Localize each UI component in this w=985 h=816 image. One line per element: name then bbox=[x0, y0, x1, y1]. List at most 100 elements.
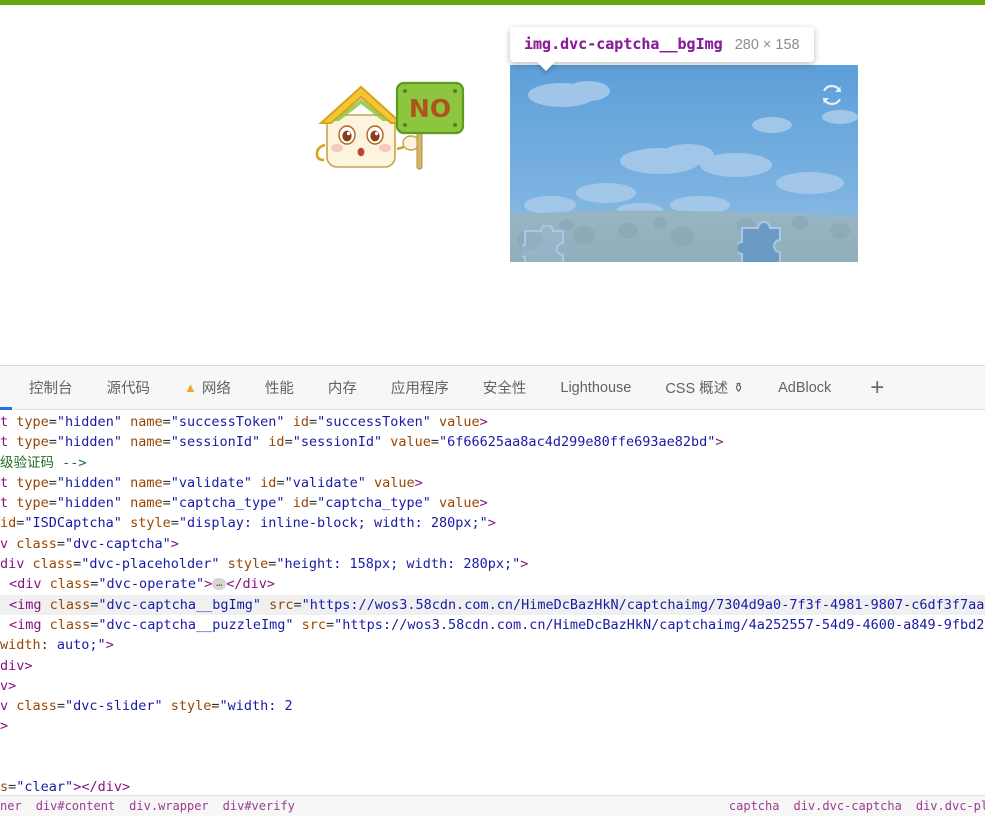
captcha-widget[interactable]: → 向右滑动滑块填充拼图 bbox=[510, 65, 858, 262]
code-line[interactable] bbox=[0, 757, 985, 777]
code-token: > bbox=[105, 637, 114, 654]
breadcrumb-item[interactable]: div.dvc-pla bbox=[916, 799, 985, 813]
add-tab-button[interactable]: + bbox=[858, 375, 896, 400]
code-token: div bbox=[0, 556, 33, 573]
element-inspector-tooltip: img.dvc-captcha__bgImg 280 × 158 bbox=[510, 27, 814, 71]
code-token: = bbox=[48, 495, 57, 512]
webpage-area: NO img.dvc-captcha__bgImg 280 × 158 bbox=[0, 5, 985, 365]
captcha-background-image[interactable] bbox=[510, 65, 858, 262]
code-token: name bbox=[130, 414, 163, 430]
code-line[interactable]: <img class="dvc-captcha__bgImg" src="htt… bbox=[0, 594, 985, 615]
code-token: > bbox=[204, 576, 213, 593]
code-line[interactable]: width: auto;"> bbox=[0, 635, 985, 655]
code-line[interactable]: div> bbox=[0, 656, 985, 676]
expand-ellipsis-button[interactable]: … bbox=[212, 578, 227, 591]
code-line[interactable]: v> bbox=[0, 676, 985, 696]
devtools-tab-elements[interactable] bbox=[0, 366, 12, 410]
code-line[interactable]: <img class="dvc-captcha__puzzleImg" src=… bbox=[0, 615, 985, 635]
devtools-tab-Lighthouse[interactable]: Lighthouse bbox=[543, 366, 648, 410]
breadcrumb-item[interactable]: div#verify bbox=[223, 799, 295, 813]
code-line[interactable]: <div class="dvc-operate">… </div> bbox=[0, 574, 985, 594]
devtools-tab-安全性[interactable]: 安全性 bbox=[466, 366, 544, 410]
code-token: > bbox=[520, 556, 529, 573]
code-token: class bbox=[49, 576, 91, 593]
breadcrumb-item[interactable]: div.wrapper bbox=[129, 799, 208, 813]
code-line[interactable]: div class="dvc-placeholder" style="heigh… bbox=[0, 554, 985, 574]
code-token: = bbox=[293, 596, 302, 613]
devtools-tab-控制台[interactable]: 控制台 bbox=[12, 366, 90, 410]
refresh-icon[interactable] bbox=[820, 83, 844, 107]
code-token: = bbox=[170, 515, 179, 532]
tab-label: 应用程序 bbox=[390, 381, 449, 397]
code-token: type bbox=[16, 495, 49, 512]
code-line[interactable]: v class="dvc-captcha"> bbox=[0, 534, 985, 554]
devtools-tab-网络[interactable]: ▲ 网络 bbox=[167, 366, 248, 410]
code-token: id bbox=[268, 434, 285, 451]
code-line[interactable]: t type="hidden" name="sessionId" id="ses… bbox=[0, 432, 985, 452]
code-token: "dvc-slider" bbox=[65, 698, 163, 715]
code-line[interactable] bbox=[0, 737, 985, 757]
code-token: = bbox=[211, 698, 220, 715]
devtools-tab-AdBlock[interactable]: AdBlock bbox=[761, 366, 848, 410]
code-token: </div> bbox=[226, 576, 276, 593]
code-token: "hidden" bbox=[56, 495, 122, 512]
code-token: > bbox=[479, 414, 488, 430]
code-token: class bbox=[49, 596, 91, 613]
code-token: value bbox=[439, 414, 480, 430]
code-token: "captcha_type" bbox=[317, 495, 431, 512]
code-line[interactable]: id="ISDCaptcha" style="display: inline-b… bbox=[0, 513, 985, 533]
devtools-tab-应用程序[interactable]: 应用程序 bbox=[374, 366, 466, 410]
devtools-tab-性能[interactable]: 性能 bbox=[248, 366, 311, 410]
code-token: style bbox=[227, 556, 269, 573]
code-token: > bbox=[0, 718, 9, 735]
code-token: = bbox=[162, 495, 171, 512]
breadcrumb-item[interactable]: div#content bbox=[36, 799, 115, 813]
code-line[interactable]: t type="hidden" name="captcha_type" id="… bbox=[0, 493, 985, 513]
code-line[interactable]: t type="hidden" name="validate" id="vali… bbox=[0, 473, 985, 493]
code-token: = bbox=[162, 414, 171, 430]
dom-breadcrumb[interactable]: ner div#content div.wrapper div#verify captc… bbox=[0, 795, 985, 816]
breadcrumb-item[interactable]: div.dvc-captcha bbox=[793, 799, 901, 813]
code-token: name bbox=[130, 495, 163, 512]
code-token: = bbox=[56, 535, 66, 552]
breadcrumb-item[interactable]: captcha bbox=[729, 799, 780, 813]
devtools-tab-源代码[interactable]: 源代码 bbox=[90, 366, 168, 410]
code-token: 级验证码 --> bbox=[0, 454, 87, 471]
code-token: = bbox=[162, 474, 171, 491]
devtools-tab-CSS 概述[interactable]: CSS 概述 ⚱ bbox=[648, 366, 761, 410]
code-line[interactable]: v class="dvc-slider" style="width: 2 bbox=[0, 696, 985, 716]
code-line[interactable]: s="clear"></div> bbox=[0, 777, 985, 795]
breadcrumb-item[interactable]: ner bbox=[0, 799, 22, 813]
code-token: class bbox=[16, 535, 57, 552]
code-token: src bbox=[301, 616, 327, 633]
code-token: "dvc-operate" bbox=[98, 576, 205, 593]
code-line[interactable]: > bbox=[0, 716, 985, 736]
code-token: id bbox=[292, 495, 309, 512]
tab-label: 性能 bbox=[264, 381, 294, 397]
code-token: "dvc-placeholder" bbox=[81, 556, 220, 573]
code-token: "sessionId" bbox=[292, 434, 383, 451]
code-token: = bbox=[308, 495, 318, 512]
dom-tree-view[interactable]: t type="hidden" name="successToken" id="… bbox=[0, 410, 985, 795]
code-token: value bbox=[390, 434, 431, 451]
devtools-tab-bar: 控制台 源代码 ▲ 网络 性能 内存 应用程序 安全性 Lighthouse CSS 概述 ⚱ AdB… bbox=[0, 366, 985, 410]
code-line[interactable]: 级验证码 --> bbox=[0, 453, 985, 473]
tooltip-dimensions: 280 × 158 bbox=[734, 37, 800, 53]
code-line[interactable]: t type="hidden" name="successToken" id="… bbox=[0, 412, 985, 432]
code-token: "successToken" bbox=[317, 414, 431, 430]
code-token: > bbox=[479, 495, 488, 512]
devtools-tab-内存[interactable]: 内存 bbox=[311, 366, 374, 410]
puzzle-piece-icon bbox=[738, 221, 781, 262]
code-token: style bbox=[130, 515, 171, 532]
code-token: "validate" bbox=[170, 474, 253, 491]
code-token: = bbox=[308, 414, 318, 430]
